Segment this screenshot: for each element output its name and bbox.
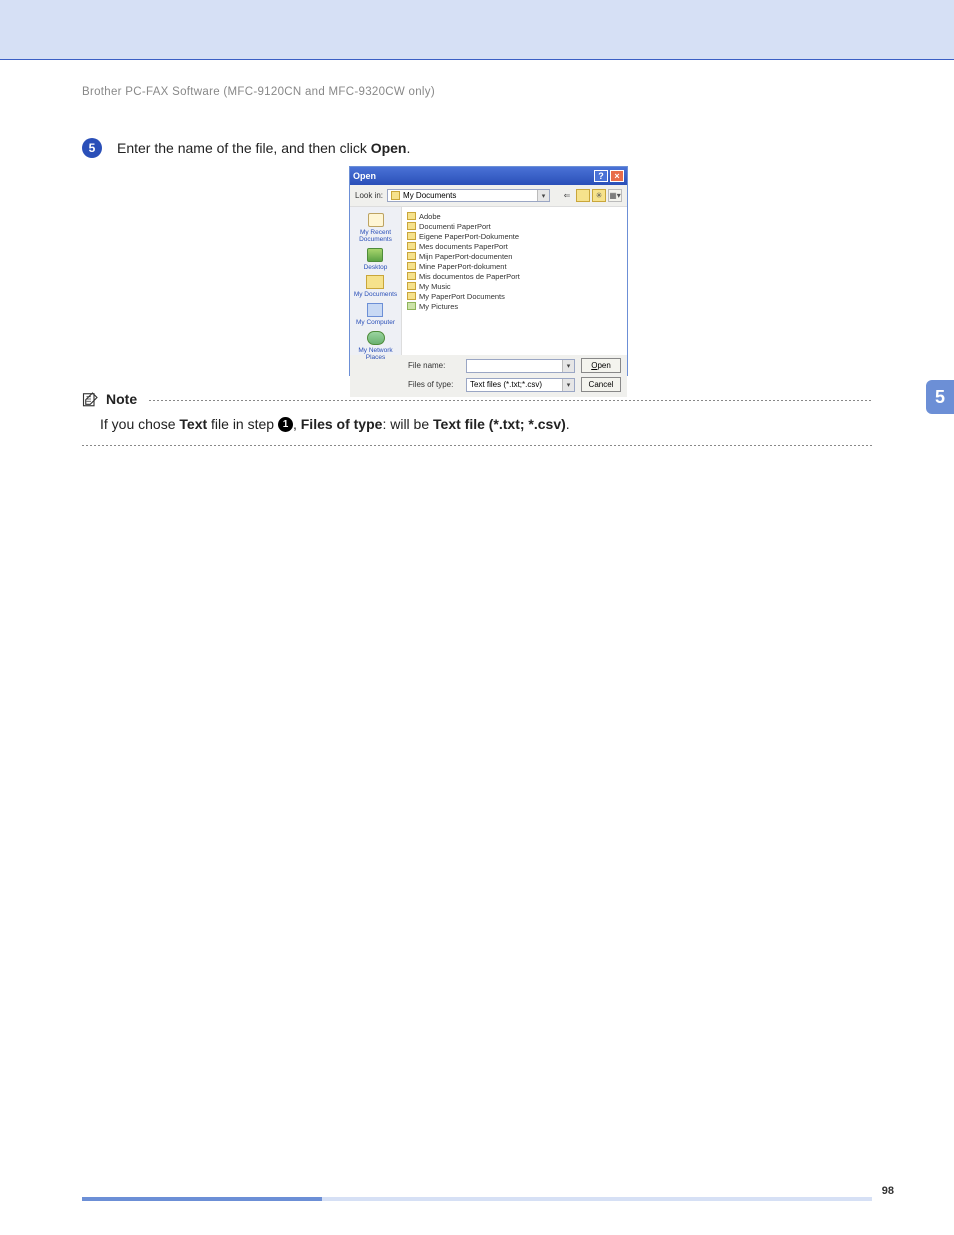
sidebar-item-network[interactable]: My Network Places	[350, 329, 401, 362]
sidebar-label: My Network Places	[350, 348, 401, 362]
pictures-folder-icon	[407, 302, 416, 310]
note-bold: Text	[179, 416, 207, 432]
views-icon[interactable]: ▦▾	[608, 189, 622, 202]
toolbar-icons: ⇐ ✳ ▦▾	[560, 189, 622, 202]
sidebar-item-desktop[interactable]: Desktop	[364, 246, 388, 272]
list-item[interactable]: My Music	[407, 281, 622, 291]
folder-icon	[407, 252, 416, 260]
list-item[interactable]: Mine PaperPort-dokument	[407, 261, 622, 271]
footer-rule	[82, 1197, 872, 1201]
help-icon[interactable]: ?	[594, 170, 608, 182]
close-icon[interactable]: ×	[610, 170, 624, 182]
file-name: Eigene PaperPort-Dokumente	[419, 232, 519, 241]
folder-icon	[407, 222, 416, 230]
file-name: Mine PaperPort-dokument	[419, 262, 507, 271]
top-band	[0, 0, 954, 60]
desktop-icon	[367, 248, 383, 262]
inline-number-circle: 1	[278, 417, 293, 432]
sidebar-label: My Recent Documents	[350, 230, 401, 244]
step-text-after: .	[406, 140, 410, 156]
list-item[interactable]: Eigene PaperPort-Dokumente	[407, 231, 622, 241]
note-text: file in step	[207, 416, 278, 432]
folder-icon	[407, 272, 416, 280]
chevron-down-icon: ▾	[562, 360, 574, 372]
lookin-value: My Documents	[403, 191, 456, 200]
sidebar-item-mydocs[interactable]: My Documents	[354, 273, 397, 299]
file-name: My PaperPort Documents	[419, 292, 505, 301]
running-head: Brother PC-FAX Software (MFC-9120CN and …	[82, 86, 435, 98]
step-row: 5 Enter the name of the file, and then c…	[82, 138, 410, 158]
recent-docs-icon	[368, 213, 384, 227]
file-list[interactable]: Adobe Documenti PaperPort Eigene PaperPo…	[402, 207, 627, 355]
note-block: Note If you chose Text file in step 1, F…	[82, 390, 872, 446]
sidebar-label: My Documents	[354, 292, 397, 299]
note-underline	[82, 445, 872, 446]
file-name: Adobe	[419, 212, 441, 221]
filename-input[interactable]: ▾	[466, 359, 575, 373]
lookin-combo[interactable]: My Documents ▾	[387, 189, 550, 202]
dialog-titlebar: Open ? ×	[350, 167, 627, 185]
sidebar-label: My Computer	[356, 320, 395, 327]
open-dialog: Open ? × Look in: My Documents ▾ ⇐ ✳ ▦▾ …	[349, 166, 628, 376]
chapter-tab: 5	[926, 380, 954, 414]
note-text: .	[566, 416, 570, 432]
note-bold: Text file (*.txt; *.csv)	[433, 416, 566, 432]
folder-icon	[391, 191, 400, 200]
filetype-value: Text files (*.txt;*.csv)	[470, 380, 542, 389]
step-instruction: Enter the name of the file, and then cli…	[117, 140, 410, 156]
back-icon[interactable]: ⇐	[560, 189, 574, 202]
folder-icon	[407, 292, 416, 300]
file-name: Mes documents PaperPort	[419, 242, 508, 251]
list-item[interactable]: Documenti PaperPort	[407, 221, 622, 231]
lookin-label: Look in:	[355, 191, 383, 200]
file-name: Mijn PaperPort-documenten	[419, 252, 512, 261]
file-name: My Music	[419, 282, 451, 291]
chevron-down-icon: ▾	[537, 190, 549, 201]
note-text: : will be	[382, 416, 433, 432]
dialog-body: My Recent Documents Desktop My Documents…	[350, 207, 627, 355]
step-text-before: Enter the name of the file, and then cli…	[117, 140, 371, 156]
file-name: Mis documentos de PaperPort	[419, 272, 520, 281]
list-item[interactable]: Mes documents PaperPort	[407, 241, 622, 251]
folder-icon	[407, 212, 416, 220]
folder-icon	[407, 262, 416, 270]
note-bold: Files of type	[301, 416, 383, 432]
note-heading: Note	[106, 391, 137, 407]
network-icon	[367, 331, 385, 345]
new-folder-icon[interactable]: ✳	[592, 189, 606, 202]
list-item[interactable]: Mijn PaperPort-documenten	[407, 251, 622, 261]
note-text: ,	[293, 416, 301, 432]
note-text: If you chose	[100, 416, 179, 432]
note-pencil-icon	[82, 390, 100, 408]
note-body: If you chose Text file in step 1, Files …	[82, 414, 872, 435]
step-number-circle: 5	[82, 138, 102, 158]
sidebar-item-computer[interactable]: My Computer	[356, 301, 395, 327]
folder-icon	[407, 232, 416, 240]
list-item[interactable]: My PaperPort Documents	[407, 291, 622, 301]
step-bold-word: Open	[371, 140, 407, 156]
list-item[interactable]: Mis documentos de PaperPort	[407, 271, 622, 281]
sidebar-item-recent[interactable]: My Recent Documents	[350, 211, 401, 244]
music-folder-icon	[407, 282, 416, 290]
filename-label: File name:	[408, 361, 460, 370]
mydocs-icon	[366, 275, 384, 289]
lookin-row: Look in: My Documents ▾ ⇐ ✳ ▦▾	[350, 185, 627, 207]
dialog-title: Open	[353, 171, 376, 181]
sidebar-label: Desktop	[364, 265, 388, 272]
open-button[interactable]: Open	[581, 358, 621, 373]
chevron-down-icon: ▾	[562, 379, 574, 391]
folder-icon	[407, 242, 416, 250]
filetype-label: Files of type:	[408, 380, 460, 389]
places-sidebar: My Recent Documents Desktop My Documents…	[350, 207, 402, 355]
computer-icon	[367, 303, 383, 317]
note-head-rule	[149, 400, 872, 401]
up-folder-icon[interactable]	[576, 189, 590, 202]
file-name: Documenti PaperPort	[419, 222, 491, 231]
list-item[interactable]: My Pictures	[407, 301, 622, 311]
list-item[interactable]: Adobe	[407, 211, 622, 221]
file-name: My Pictures	[419, 302, 458, 311]
page-number: 98	[882, 1185, 894, 1197]
